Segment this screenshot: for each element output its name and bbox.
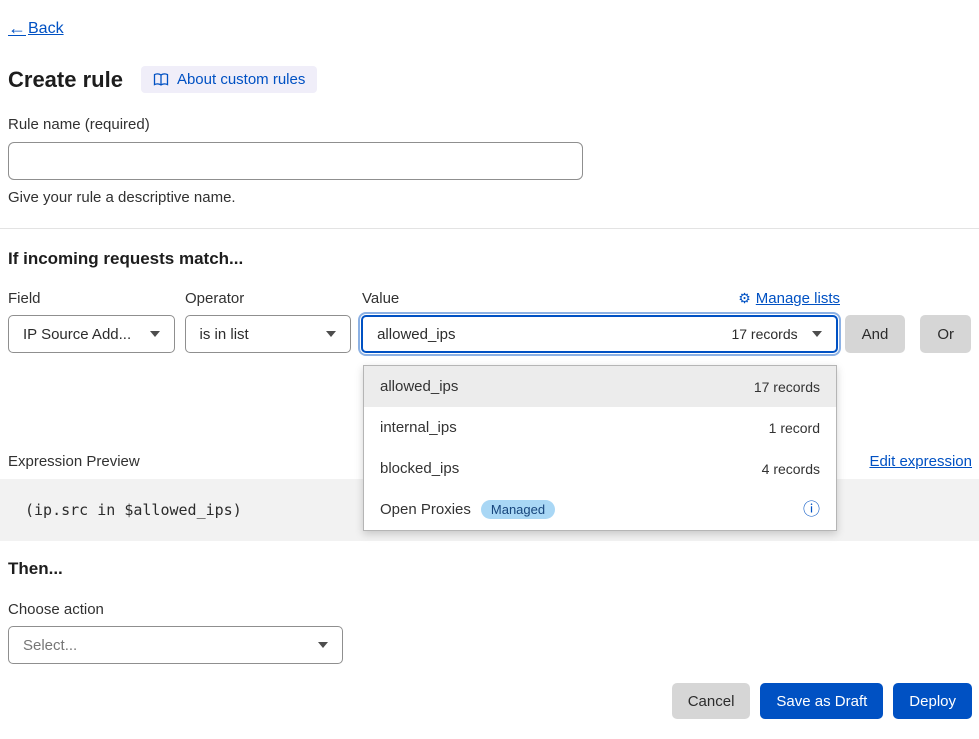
back-link-label: Back (28, 20, 64, 38)
action-select[interactable]: Select... (8, 626, 343, 664)
then-section-title: Then... (8, 559, 63, 579)
gear-icon: ⚙ (738, 290, 751, 307)
section-divider (0, 228, 979, 229)
match-section-title: If incoming requests match... (8, 249, 243, 269)
chevron-down-icon (812, 331, 822, 337)
operator-label: Operator (185, 290, 352, 307)
rule-name-label: Rule name (required) (8, 116, 583, 133)
chevron-down-icon (150, 331, 160, 337)
field-select-value: IP Source Add... (23, 326, 131, 343)
field-label: Field (8, 290, 175, 307)
value-label: Value (362, 290, 399, 307)
rule-name-helper: Give your rule a descriptive name. (8, 189, 583, 206)
option-records: 1 record (769, 420, 820, 436)
choose-action-label: Choose action (8, 601, 104, 618)
managed-badge: Managed (481, 500, 555, 519)
operator-select[interactable]: is in list (185, 315, 352, 353)
cancel-button[interactable]: Cancel (672, 683, 751, 719)
title-row: Create rule About custom rules (8, 66, 317, 93)
back-link[interactable]: ←Back (8, 18, 64, 39)
field-select[interactable]: IP Source Add... (8, 315, 175, 353)
chevron-down-icon (326, 331, 336, 337)
option-records: 4 records (762, 461, 820, 477)
option-name: Open Proxies (380, 501, 471, 518)
match-labels-row: Field Operator Value ⚙ Manage lists (8, 290, 971, 307)
manage-lists-label: Manage lists (756, 290, 840, 307)
value-select[interactable]: allowed_ips 17 records (361, 315, 838, 353)
operator-select-value: is in list (200, 326, 249, 343)
book-icon (153, 72, 169, 88)
option-name: internal_ips (380, 419, 457, 436)
and-button[interactable]: And (845, 315, 906, 353)
edit-expression-link[interactable]: Edit expression (869, 453, 972, 470)
create-rule-page: ←Back Create rule About custom rules Rul… (0, 0, 979, 739)
list-option-allowed-ips[interactable]: allowed_ips 17 records (364, 366, 836, 407)
footer-actions: Cancel Save as Draft Deploy (672, 683, 972, 719)
expression-code: (ip.src in $allowed_ips) (25, 501, 242, 519)
page-title: Create rule (8, 67, 123, 93)
back-arrow-icon: ← (8, 18, 26, 39)
rule-name-section: Rule name (required) Give your rule a de… (8, 116, 583, 206)
list-option-blocked-ips[interactable]: blocked_ips 4 records (364, 448, 836, 489)
info-icon[interactable]: ⓘ (803, 501, 820, 518)
action-select-placeholder: Select... (23, 637, 77, 654)
match-controls: Field Operator Value ⚙ Manage lists IP S… (8, 290, 971, 353)
value-dropdown-listbox: allowed_ips 17 records internal_ips 1 re… (363, 365, 837, 531)
about-custom-rules-link[interactable]: About custom rules (141, 66, 317, 93)
or-button[interactable]: Or (920, 315, 971, 353)
match-selects-row: IP Source Add... is in list allowed_ips … (8, 315, 971, 353)
option-name: allowed_ips (380, 378, 458, 395)
value-select-records: 17 records (731, 326, 797, 342)
deploy-button[interactable]: Deploy (893, 683, 972, 719)
manage-lists-link[interactable]: ⚙ Manage lists (738, 290, 840, 307)
option-records: 17 records (754, 379, 820, 395)
list-option-open-proxies[interactable]: Open Proxies Managed ⓘ (364, 489, 836, 530)
chevron-down-icon (318, 642, 328, 648)
about-custom-rules-label: About custom rules (177, 71, 305, 88)
option-name: blocked_ips (380, 460, 459, 477)
expression-preview-label: Expression Preview (8, 453, 140, 470)
save-as-draft-button[interactable]: Save as Draft (760, 683, 883, 719)
rule-name-input[interactable] (8, 142, 583, 180)
value-select-value: allowed_ips (377, 326, 455, 343)
list-option-internal-ips[interactable]: internal_ips 1 record (364, 407, 836, 448)
